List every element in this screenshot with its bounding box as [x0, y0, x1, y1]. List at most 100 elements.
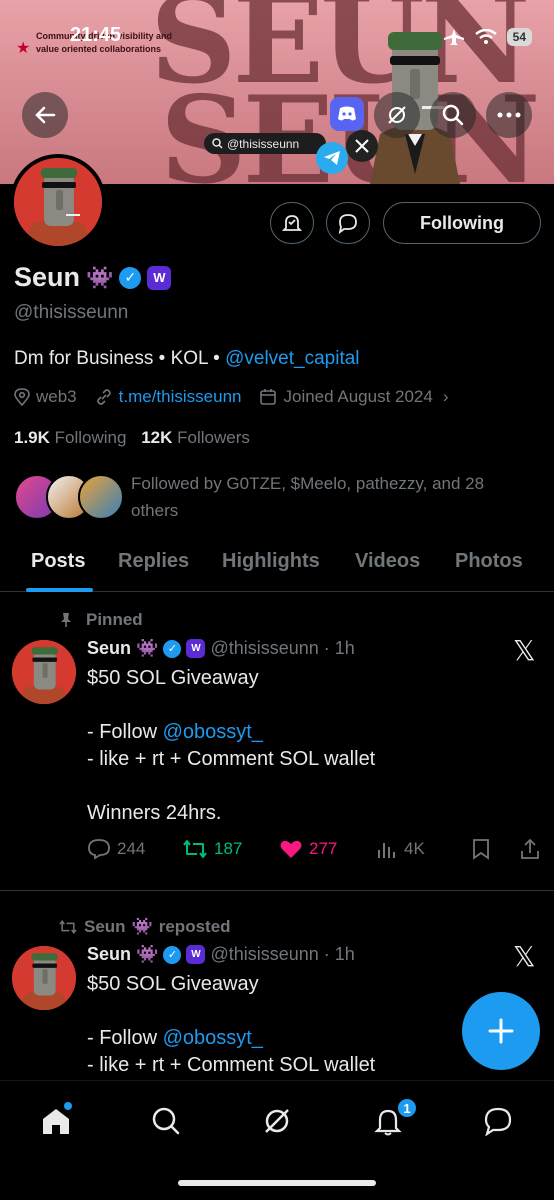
post-mention-link[interactable]: @obossyt_ [163, 1027, 263, 1049]
search-icon [152, 1107, 180, 1135]
affiliate-badge-icon: W [186, 945, 206, 964]
profile-handle: @thisisseunn [14, 302, 129, 323]
followers-count-link[interactable]: 12K Followers [141, 428, 250, 447]
post-author-handle[interactable]: @thisisseunn [210, 944, 318, 965]
tab-replies[interactable]: Replies [118, 550, 189, 573]
repost-icon [59, 919, 77, 935]
post-line: - like + rt + Comment SOL wallet [87, 1054, 376, 1076]
search-icon [442, 104, 464, 126]
post-line: - Follow @obossyt_ [87, 1027, 263, 1049]
profile-counts: 1.9K Following 12K Followers [14, 428, 250, 448]
reply-count: 244 [117, 839, 146, 858]
post-author-name[interactable]: Seun [87, 944, 131, 965]
nav-grok[interactable] [257, 1101, 297, 1141]
profile-avatar[interactable] [10, 154, 106, 250]
search-button[interactable] [430, 92, 476, 138]
nav-notifications[interactable]: 1 [368, 1097, 418, 1141]
message-button[interactable] [326, 202, 370, 244]
discord-icon [330, 97, 364, 131]
post-avatar[interactable] [12, 640, 76, 704]
website-link[interactable]: t.me/thisisseunn [119, 387, 242, 407]
tab-highlights[interactable]: Highlights [222, 550, 320, 573]
pinned-context: Pinned [58, 610, 143, 630]
post-author-name[interactable]: Seun [87, 638, 131, 659]
post-author-handle[interactable]: @thisisseunn [210, 638, 318, 659]
post-body[interactable]: $50 SOL Giveaway - Follow @obossyt_ - li… [87, 665, 527, 827]
follower-avatar [78, 474, 124, 520]
x-logo-icon[interactable]: 𝕏 [513, 634, 536, 667]
nav-search[interactable] [146, 1101, 186, 1141]
status-icons: 54 [443, 28, 532, 46]
reply-button[interactable]: 244 [87, 838, 145, 860]
profile-bio: Dm for Business • KOL • @velvet_capital [14, 348, 360, 370]
ellipsis-icon [497, 112, 521, 118]
more-button[interactable] [486, 92, 532, 138]
status-time: 21:45 [70, 24, 122, 46]
x-logo-icon[interactable]: 𝕏 [513, 940, 536, 973]
post-body[interactable]: $50 SOL Giveaway - Follow @obossyt_ - li… [87, 971, 527, 1079]
verified-badge-icon: ✓ [163, 945, 182, 964]
compose-post-button[interactable] [462, 992, 540, 1070]
heart-icon [280, 840, 302, 858]
bio-text: Dm for Business • KOL • [14, 348, 226, 369]
post-line: $50 SOL Giveaway [87, 973, 259, 995]
avatar-image [12, 640, 76, 704]
bio-mention-link[interactable]: @velvet_capital [225, 348, 359, 369]
repost-context: Seun 👾 reposted [58, 917, 231, 937]
airplane-icon [443, 29, 464, 45]
followed-by-text[interactable]: Followed by G0TZE, $Meelo, pathezzy, and… [131, 470, 531, 524]
search-icon [212, 138, 223, 149]
tab-videos[interactable]: Videos [355, 550, 420, 573]
nav-home[interactable] [36, 1101, 76, 1141]
link-icon [96, 389, 111, 405]
back-button[interactable] [22, 92, 68, 138]
following-button[interactable]: Following [383, 202, 541, 244]
post-line: - like + rt + Comment SOL wallet [87, 748, 376, 770]
followers-label: Followers [177, 428, 250, 447]
following-count-link[interactable]: 1.9K Following [14, 428, 126, 447]
nav-messages[interactable] [478, 1101, 518, 1141]
tab-photos[interactable]: Photos [455, 550, 523, 573]
x-app-icon [346, 130, 378, 162]
notification-badge: 1 [396, 1097, 418, 1119]
notifications-subscribe-button[interactable] [270, 202, 314, 244]
bookmark-button[interactable] [471, 838, 491, 860]
bar-chart-icon [378, 843, 395, 858]
followed-by-avatars[interactable] [14, 474, 124, 520]
location-text: web3 [36, 387, 77, 406]
post-line: Winners 24hrs. [87, 802, 222, 824]
pin-icon [61, 613, 71, 627]
repost-context-suffix: reposted [158, 917, 231, 936]
avatar-image [12, 946, 76, 1010]
share-icon [521, 838, 539, 859]
profile-tabs: Posts Replies Highlights Videos Photos [0, 540, 554, 592]
views-button[interactable]: 4K [376, 838, 425, 860]
banner-handle-chip: @thisisseunn [204, 133, 326, 154]
post-header: Seun 👾 ✓ W @thisisseunn · 1h [87, 944, 355, 965]
verified-badge-icon[interactable]: ✓ [119, 266, 142, 289]
repost-button[interactable]: 187 [182, 838, 242, 860]
repost-count: 187 [214, 839, 243, 858]
calendar-icon [260, 389, 277, 405]
active-tab-indicator [26, 588, 93, 592]
post-avatar[interactable] [12, 946, 76, 1010]
grok-icon [265, 1109, 289, 1133]
affiliate-badge-icon: W [186, 639, 206, 658]
location-pin-icon [14, 388, 30, 406]
chat-bubble-icon [338, 214, 357, 234]
wifi-icon [474, 29, 497, 44]
like-button[interactable]: 277 [279, 838, 337, 860]
reply-icon [88, 839, 110, 860]
post-mention-link[interactable]: @obossyt_ [163, 721, 263, 743]
affiliate-badge-icon[interactable]: W [147, 265, 172, 290]
post-header: Seun 👾 ✓ W @thisisseunn · 1h [87, 638, 355, 659]
share-button[interactable] [519, 838, 541, 860]
chevron-right-icon[interactable]: › [443, 387, 449, 407]
following-count: 1.9K [14, 428, 50, 447]
profile-banner[interactable]: SEUN SEUN ★ Community driven visibility … [0, 0, 554, 184]
repost-context-name[interactable]: Seun [84, 917, 126, 937]
tab-posts[interactable]: Posts [31, 550, 85, 573]
followers-count: 12K [141, 428, 173, 447]
avatar-image [14, 158, 102, 246]
grok-button[interactable] [374, 92, 420, 138]
